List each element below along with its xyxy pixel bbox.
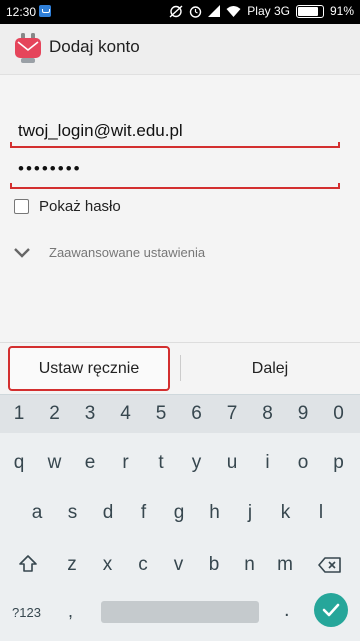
key-row3-v[interactable]: v <box>164 554 194 576</box>
key-row1-y[interactable]: y <box>182 452 212 474</box>
action-bar: Ustaw ręcznie Dalej <box>0 342 360 394</box>
password-field-underline <box>10 183 340 189</box>
alarm-icon <box>190 5 202 18</box>
show-password-row[interactable]: Pokaż hasło <box>14 198 121 215</box>
key-numbers-3[interactable]: 3 <box>75 403 105 425</box>
show-password-label: Pokaż hasło <box>39 198 121 215</box>
key-row2-d[interactable]: d <box>93 502 123 524</box>
key-row2-s[interactable]: s <box>58 502 88 524</box>
key-numbers-5[interactable]: 5 <box>146 403 176 425</box>
wifi-icon <box>226 6 241 17</box>
key-row1-e[interactable]: e <box>75 452 105 474</box>
key-row3-b[interactable]: b <box>199 554 229 576</box>
shift-icon[interactable] <box>18 554 38 574</box>
comma-key[interactable]: , <box>68 601 73 622</box>
password-field-value: •••••••• <box>18 159 82 178</box>
chevron-down-icon <box>14 247 30 258</box>
next-button[interactable]: Dalej <box>182 346 358 391</box>
key-row3-m[interactable]: m <box>270 554 300 576</box>
key-row3-z[interactable]: z <box>57 554 87 576</box>
backspace-icon[interactable] <box>318 557 342 573</box>
email-field-underline <box>10 142 340 148</box>
check-icon <box>322 603 340 617</box>
status-right-group: Play 3G 91% <box>169 4 354 18</box>
key-row1-r[interactable]: r <box>111 452 141 474</box>
app-bar: Dodaj konto <box>0 24 360 75</box>
key-row1-q[interactable]: q <box>4 452 34 474</box>
key-row2-k[interactable]: k <box>271 502 301 524</box>
manual-setup-button[interactable]: Ustaw ręcznie <box>8 346 170 391</box>
advanced-settings-toggle[interactable]: Zaawansowane ustawienia <box>13 245 205 260</box>
status-time: 12:30 <box>6 5 37 19</box>
key-row2-j[interactable]: j <box>235 502 265 524</box>
key-numbers-1[interactable]: 1 <box>4 403 34 425</box>
battery-icon <box>295 4 324 18</box>
keyboard-number-row: 1234567890 <box>0 395 360 433</box>
period-key[interactable]: . <box>284 599 290 622</box>
email-field-value: twoj_login@wit.edu.pl <box>18 121 183 140</box>
key-numbers-2[interactable]: 2 <box>40 403 70 425</box>
notification-icon <box>39 5 51 17</box>
key-row3-n[interactable]: n <box>235 554 265 576</box>
password-field[interactable]: •••••••• <box>10 159 340 189</box>
battery-percent: 91% <box>329 4 354 18</box>
key-numbers-9[interactable]: 9 <box>288 403 318 425</box>
carrier-label: Play 3G <box>247 4 290 18</box>
no-sync-icon <box>169 4 183 18</box>
key-row1-u[interactable]: u <box>217 452 247 474</box>
key-row3-x[interactable]: x <box>93 554 123 576</box>
page-title: Dodaj konto <box>49 37 140 56</box>
key-numbers-6[interactable]: 6 <box>182 403 212 425</box>
space-key[interactable] <box>101 601 259 623</box>
key-row1-o[interactable]: o <box>288 452 318 474</box>
symbols-key[interactable]: ?123 <box>12 605 41 620</box>
key-numbers-0[interactable]: 0 <box>324 403 354 425</box>
enter-key[interactable] <box>314 593 348 627</box>
email-field[interactable]: twoj_login@wit.edu.pl <box>10 118 340 148</box>
key-numbers-7[interactable]: 7 <box>217 403 247 425</box>
soft-keyboard: 1234567890 qwertyuiop asdfghjkl zxcvbnm … <box>0 394 360 641</box>
signal-icon <box>208 5 221 17</box>
advanced-settings-label: Zaawansowane ustawienia <box>49 245 206 260</box>
show-password-checkbox[interactable] <box>14 199 29 214</box>
key-row2-h[interactable]: h <box>200 502 230 524</box>
key-row3-c[interactable]: c <box>128 554 158 576</box>
key-numbers-4[interactable]: 4 <box>111 403 141 425</box>
app-logo-icon <box>15 33 41 63</box>
key-row1-w[interactable]: w <box>40 452 70 474</box>
button-divider <box>180 355 181 381</box>
key-row2-g[interactable]: g <box>164 502 194 524</box>
key-row1-p[interactable]: p <box>324 452 354 474</box>
key-numbers-8[interactable]: 8 <box>253 403 283 425</box>
key-row1-i[interactable]: i <box>253 452 283 474</box>
key-row1-t[interactable]: t <box>146 452 176 474</box>
key-row2-l[interactable]: l <box>306 502 336 524</box>
key-row2-a[interactable]: a <box>22 502 52 524</box>
status-bar: 12:30 Play 3G 91% <box>0 0 360 24</box>
key-row2-f[interactable]: f <box>129 502 159 524</box>
